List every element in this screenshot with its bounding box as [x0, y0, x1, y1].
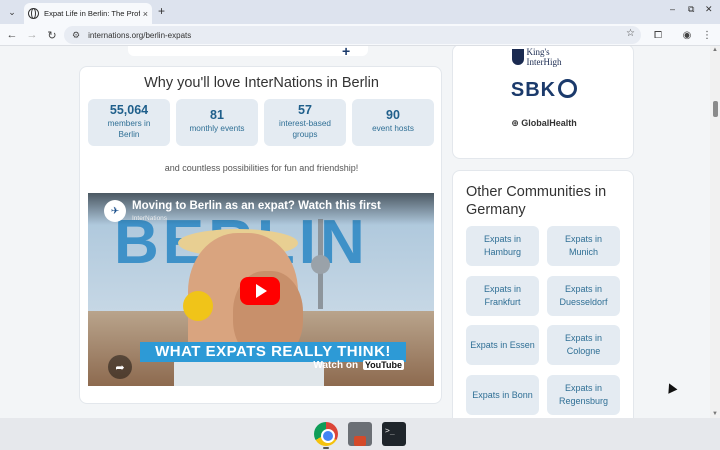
video-banner-text: WHAT EXPATS REALLY THINK!: [140, 342, 406, 362]
globe-mark-icon: ⊕: [511, 118, 519, 128]
active-app-indicator: [323, 447, 329, 449]
forward-button[interactable]: →: [24, 27, 40, 43]
community-bonn[interactable]: Expats in Bonn: [466, 375, 539, 415]
sbk-text: SBK: [510, 79, 557, 101]
browser-toolbar: ← → ↻ ⚙ internations.org/berlin-expats ☆…: [0, 24, 720, 46]
os-taskbar: >_: [0, 418, 720, 450]
tab-close-icon[interactable]: ×: [143, 9, 148, 19]
youtube-play-button[interactable]: [240, 277, 280, 305]
browser-tab-active[interactable]: Expat Life in Berlin: The Prof ×: [24, 3, 152, 24]
tab-title: Expat Life in Berlin: The Prof: [44, 9, 140, 18]
video-channel: InterNations: [132, 215, 168, 222]
why-love-card: Why you'll love InterNations in Berlin 5…: [79, 66, 442, 404]
stat-groups: 57 interest-based groups: [264, 99, 346, 146]
new-tab-button[interactable]: +: [158, 4, 165, 18]
community-duesseldorf[interactable]: Expats in Duesseldorf: [547, 276, 620, 316]
community-frankfurt[interactable]: Expats in Frankfurt: [466, 276, 539, 316]
watch-on-label: Watch on: [313, 360, 359, 371]
watch-on-youtube-link[interactable]: Watch on YouTube: [313, 360, 404, 371]
plus-icon: +: [342, 46, 351, 59]
yellow-scarf: [183, 291, 213, 321]
globe-icon: [28, 8, 39, 19]
stat-label: interest-based groups: [279, 119, 331, 139]
kings-interhigh-logo[interactable]: King's InterHigh: [453, 47, 635, 67]
scroll-up-icon[interactable]: ▲: [712, 47, 718, 53]
previous-card-edge: [128, 46, 368, 56]
video-title[interactable]: Moving to Berlin as an expat? Watch this…: [132, 200, 381, 212]
menu-kebab-icon[interactable]: ⋮: [699, 27, 715, 43]
community-hamburg[interactable]: Expats in Hamburg: [466, 226, 539, 266]
close-window-icon[interactable]: ✕: [705, 4, 713, 15]
stat-label: monthly events: [189, 124, 245, 133]
channel-logo-icon[interactable]: ✈: [104, 200, 126, 222]
community-regensburg[interactable]: Expats in Regensburg: [547, 375, 620, 415]
reload-button[interactable]: ↻: [44, 27, 60, 43]
stat-value: 57: [298, 103, 312, 117]
section-headline: Why you'll love InterNations in Berlin: [144, 75, 379, 91]
page-scrollbar[interactable]: ▲ ▼: [710, 46, 720, 418]
scrollbar-thumb[interactable]: [713, 101, 718, 117]
chrome-app-icon[interactable]: [314, 422, 338, 446]
restore-icon[interactable]: ⧉: [688, 4, 694, 15]
community-cologne[interactable]: Expats in Cologne: [547, 325, 620, 365]
extensions-icon[interactable]: ⧠: [650, 27, 666, 43]
stat-value: 90: [386, 108, 400, 122]
community-essen[interactable]: Expats in Essen: [466, 325, 539, 365]
terminal-app-icon[interactable]: >_: [382, 422, 406, 446]
stat-value: 81: [210, 108, 224, 122]
share-icon[interactable]: ➦: [108, 355, 132, 379]
communities-title: Other Communities in Germany: [466, 184, 607, 218]
app-launcher-icon[interactable]: [348, 422, 372, 446]
minimize-icon[interactable]: –: [670, 4, 675, 14]
url-text: internations.org/berlin-expats: [88, 30, 192, 40]
sponsor-logos-card: King's InterHigh SBK ⊕ GlobalHealth: [452, 46, 634, 159]
community-munich[interactable]: Expats in Munich: [547, 226, 620, 266]
stat-members: 55,064 members in Berlin: [88, 99, 170, 146]
address-bar[interactable]: ⚙ internations.org/berlin-expats ☆: [64, 26, 641, 44]
fun-text: and countless possibilities for fun and …: [164, 163, 359, 173]
bookmark-star-icon[interactable]: ☆: [626, 28, 635, 39]
scroll-down-icon[interactable]: ▼: [712, 411, 718, 417]
youtube-video-embed[interactable]: BERLIN ✈ Moving to Berlin as an expat? W…: [88, 193, 434, 386]
globalhealth-text: GlobalHealth: [521, 118, 577, 128]
other-communities-card: Other Communities in Germany Expats in H…: [452, 170, 634, 418]
stat-hosts: 90 event hosts: [352, 99, 434, 146]
site-info-icon[interactable]: ⚙: [72, 30, 80, 41]
kings-text: King's InterHigh: [526, 47, 562, 67]
sbk-logo[interactable]: SBK: [453, 79, 635, 102]
globalhealth-logo[interactable]: ⊕ GlobalHealth: [453, 118, 635, 129]
stat-label: members in Berlin: [107, 119, 151, 139]
sbk-mark-icon: [558, 79, 578, 98]
stat-label: event hosts: [372, 124, 414, 133]
stat-events: 81 monthly events: [176, 99, 258, 146]
play-icon: [255, 284, 267, 298]
tv-tower-sphere: [311, 255, 330, 274]
tab-search-menu-icon[interactable]: ⌄: [4, 4, 20, 20]
youtube-logo: YouTube: [362, 360, 404, 370]
shield-icon: [511, 49, 524, 65]
profile-icon[interactable]: ◉: [679, 27, 695, 43]
back-button[interactable]: ←: [4, 27, 20, 43]
tab-strip: ⌄ Expat Life in Berlin: The Prof × + – ⧉…: [0, 0, 720, 24]
stat-value: 55,064: [109, 103, 149, 117]
page-viewport: + Why you'll love InterNations in Berlin…: [0, 46, 720, 418]
